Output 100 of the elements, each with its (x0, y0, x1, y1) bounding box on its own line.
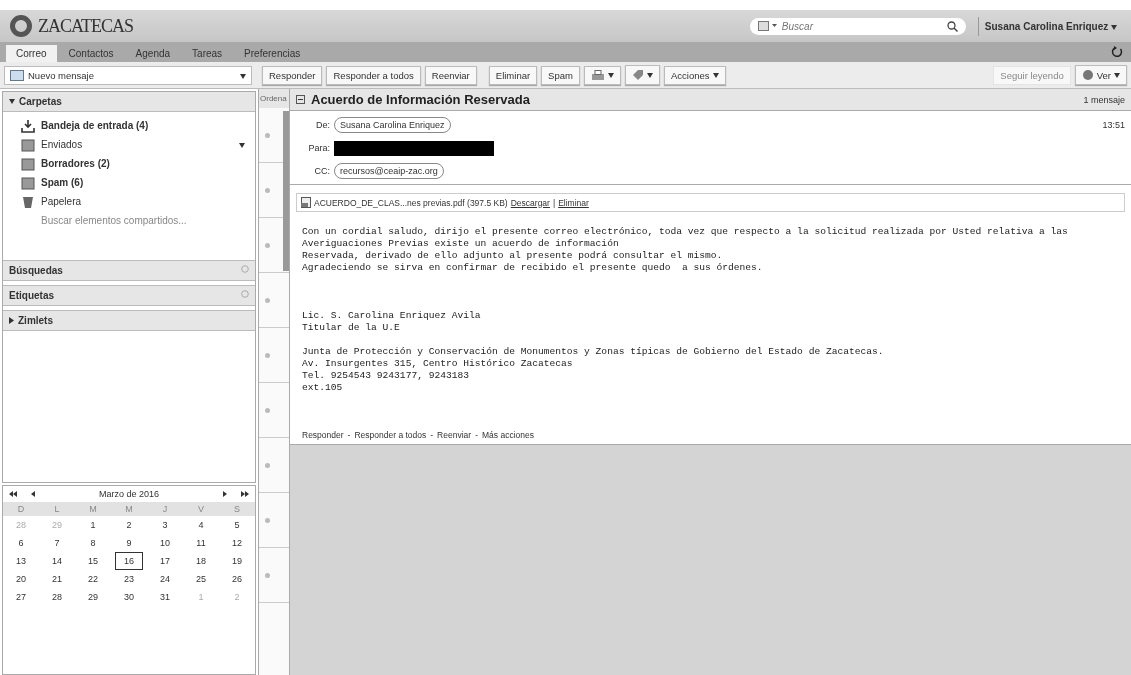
actions-menu-button[interactable]: Acciones (663, 65, 726, 85)
body-line: Con un cordial saludo, dirijo el presente correo electrónico, toda vez que respecto a la solicitud realizada por Usted relativa a las (302, 226, 1069, 238)
calendar-day[interactable]: 3 (151, 516, 179, 534)
nav-tab[interactable]: Tareas (182, 45, 233, 62)
delete-link[interactable]: Eliminar (558, 197, 589, 208)
weekday-label: M (124, 504, 134, 514)
folder-item[interactable]: Papelera (21, 192, 255, 211)
message-action-link[interactable]: Más acciones (482, 430, 534, 440)
tag-button[interactable] (624, 65, 660, 85)
search-field[interactable]: Buscar (749, 17, 966, 35)
body-line: Titular de la U.E (302, 322, 401, 334)
sort-column-header[interactable]: Ordena (259, 89, 289, 108)
right-arrow-icon[interactable] (223, 491, 227, 497)
calendar-day[interactable]: 4 (187, 516, 215, 534)
attachment-name: ACUERDO_DE_CLAS...nes previas.pdf (397.5 KB) (314, 197, 508, 208)
dot-icon (265, 462, 270, 468)
calendar-day[interactable]: 2 (115, 516, 143, 534)
toolbar-button[interactable]: Responder a todos (326, 65, 421, 85)
toolbar-button[interactable]: Responder (262, 65, 323, 85)
calendar-day[interactable]: 9 (115, 534, 143, 552)
user-menu[interactable]: Susana Carolina Enriquez (977, 16, 1123, 36)
calendar-day[interactable]: 5 (223, 516, 251, 534)
caret-icon (646, 72, 653, 78)
message-count: 1 mensaje (1083, 94, 1125, 105)
refresh-icon[interactable] (1111, 46, 1123, 58)
caret-icon (9, 99, 15, 104)
folder-icon (21, 175, 35, 190)
print-button[interactable] (583, 65, 621, 85)
calendar-day[interactable]: 29 (79, 588, 107, 606)
cc-label: CC: (313, 166, 330, 176)
calendar-day[interactable]: 17 (151, 552, 179, 570)
body-line: Lic. S. Carolina Enriquez Avila (302, 310, 482, 322)
folder-item[interactable]: Borradores (2) (21, 154, 255, 173)
body-line: Reservada, derivado de ello adjunto al presente podrá consultar el mismo. (302, 250, 724, 262)
search-icon[interactable] (946, 20, 958, 32)
view-menu-button[interactable]: Ver (1074, 65, 1127, 85)
logo-icon (8, 13, 34, 39)
dot-icon (265, 132, 270, 138)
dot-icon (265, 572, 270, 578)
calendar-day[interactable]: 6 (7, 534, 35, 552)
calendar-day[interactable]: 10 (151, 534, 179, 552)
calendar-day[interactable]: 7 (43, 534, 71, 552)
dot-icon (265, 352, 270, 358)
message-time: 13:51 (1102, 120, 1125, 130)
calendar-day[interactable]: 11 (187, 534, 215, 552)
nav-tab[interactable]: Preferencias (234, 45, 311, 62)
calendar-day[interactable]: 15 (79, 552, 107, 570)
dot-icon (265, 517, 270, 523)
folders-header[interactable]: Carpetas (3, 92, 255, 112)
calendar-day[interactable]: 28 (43, 588, 71, 606)
download-icon (21, 118, 35, 133)
calendar-day[interactable]: 23 (115, 570, 143, 588)
printer-icon (590, 69, 605, 81)
message-action-link[interactable]: Responder (302, 430, 344, 440)
folder-item[interactable]: Enviados (21, 135, 255, 154)
continue-reading-button[interactable]: Seguir leyendo (993, 65, 1071, 85)
tag-icon (631, 69, 644, 81)
shared-items-link[interactable]: Buscar elementos compartidos... (21, 211, 255, 226)
calendar-day[interactable]: 24 (151, 570, 179, 588)
nav-tab[interactable]: Contactos (58, 45, 124, 62)
download-link[interactable]: Descargar (510, 197, 550, 208)
calendar-day[interactable]: 31 (151, 588, 179, 606)
folder-item[interactable]: Bandeja de entrada (4) (21, 116, 255, 135)
message-action-link[interactable]: Responder a todos (354, 430, 427, 440)
calendar-day[interactable]: 25 (187, 570, 215, 588)
calendar-day[interactable]: 21 (43, 570, 71, 588)
calendar-day[interactable]: 13 (7, 552, 35, 570)
message-action-link[interactable]: Reenviar (437, 430, 472, 440)
calendar-day[interactable]: 1 (79, 516, 107, 534)
zimlets-header[interactable]: Zimlets (3, 310, 255, 331)
section-header[interactable]: Etiquetas (3, 285, 255, 306)
toolbar-button[interactable]: Spam (541, 65, 580, 85)
calendar-day[interactable]: 18 (187, 552, 215, 570)
toolbar-button[interactable]: Eliminar (488, 65, 538, 85)
double-left-arrow-icon[interactable] (9, 491, 17, 497)
separator: | (552, 197, 556, 208)
calendar-title: Marzo de 2016 (97, 489, 160, 499)
left-arrow-icon[interactable] (31, 491, 35, 497)
expand-arrow-icon[interactable] (9, 317, 14, 324)
calendar-day[interactable]: 8 (79, 534, 107, 552)
calendar-day[interactable]: 19 (223, 552, 251, 570)
calendar-day[interactable]: 30 (115, 588, 143, 606)
trash-icon (21, 194, 35, 209)
caret-icon (1114, 72, 1120, 78)
section-header[interactable]: Búsquedas (3, 260, 255, 281)
calendar-day[interactable]: 20 (7, 570, 35, 588)
double-right-arrow-icon[interactable] (241, 491, 249, 497)
nav-tab[interactable]: Agenda (125, 45, 181, 62)
collapse-icon[interactable] (296, 95, 305, 104)
toolbar-button[interactable]: Reenviar (424, 65, 477, 85)
calendar-day[interactable]: 16 (115, 552, 143, 570)
folder-item[interactable]: Spam (6) (21, 173, 255, 192)
calendar-day[interactable]: 27 (7, 588, 35, 606)
calendar-day[interactable]: 22 (79, 570, 107, 588)
calendar-day[interactable]: 12 (223, 534, 251, 552)
calendar-day[interactable]: 14 (43, 552, 71, 570)
logo-text: ZACATECAS (38, 15, 133, 37)
calendar-day[interactable]: 26 (223, 570, 251, 588)
new-message-button[interactable]: Nuevo mensaje (4, 65, 252, 85)
nav-tab[interactable]: Correo (6, 45, 57, 62)
